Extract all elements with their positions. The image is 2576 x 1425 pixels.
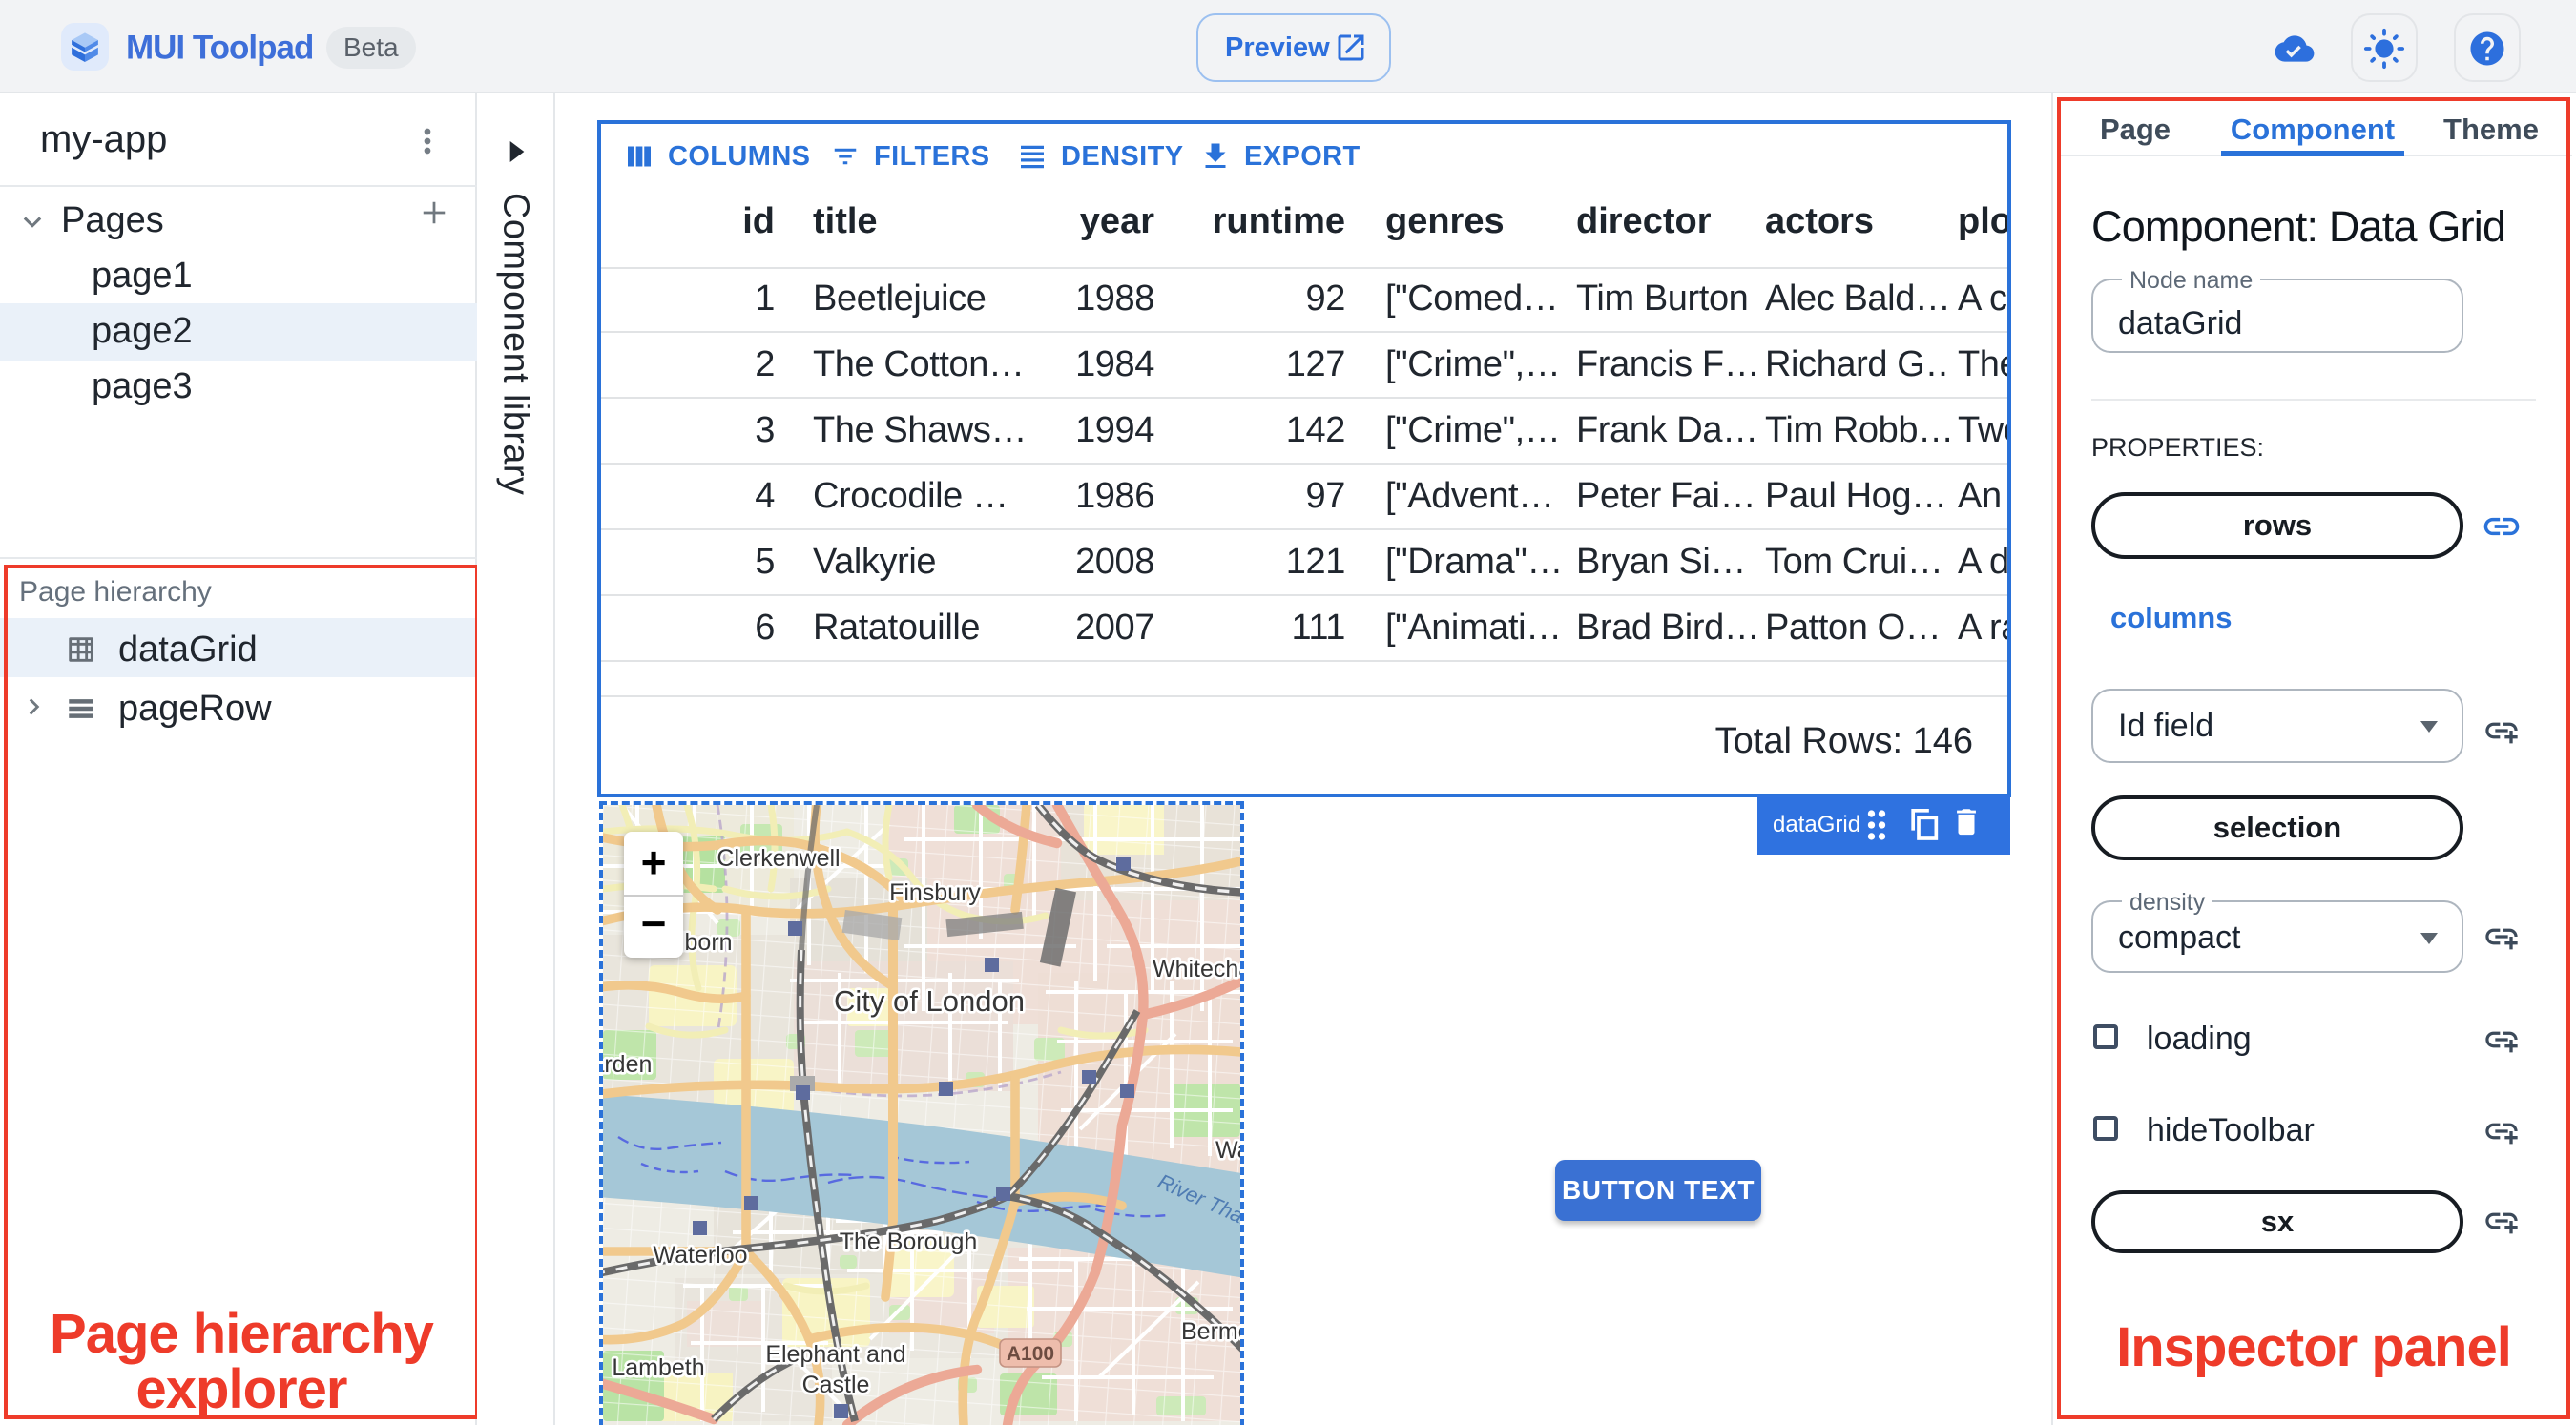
- svg-text:Lambeth: Lambeth: [612, 1354, 704, 1381]
- svg-text:The Borough: The Borough: [840, 1229, 978, 1255]
- svg-text:Garden: Garden: [603, 1051, 652, 1078]
- svg-text:Finsbury: Finsbury: [889, 879, 981, 906]
- svg-text:Clerkenwell: Clerkenwell: [717, 845, 840, 872]
- svg-text:City of London: City of London: [834, 984, 1025, 1018]
- svg-text:Bermondsey: Bermondsey: [1181, 1318, 1240, 1345]
- svg-text:Wapping: Wapping: [1215, 1137, 1240, 1164]
- svg-text:Whitechapel: Whitechapel: [1153, 956, 1240, 982]
- svg-text:A100: A100: [1007, 1343, 1054, 1365]
- svg-text:Elephant and: Elephant and: [765, 1341, 905, 1368]
- svg-text:Castle: Castle: [802, 1372, 870, 1398]
- svg-text:Waterloo: Waterloo: [653, 1242, 747, 1269]
